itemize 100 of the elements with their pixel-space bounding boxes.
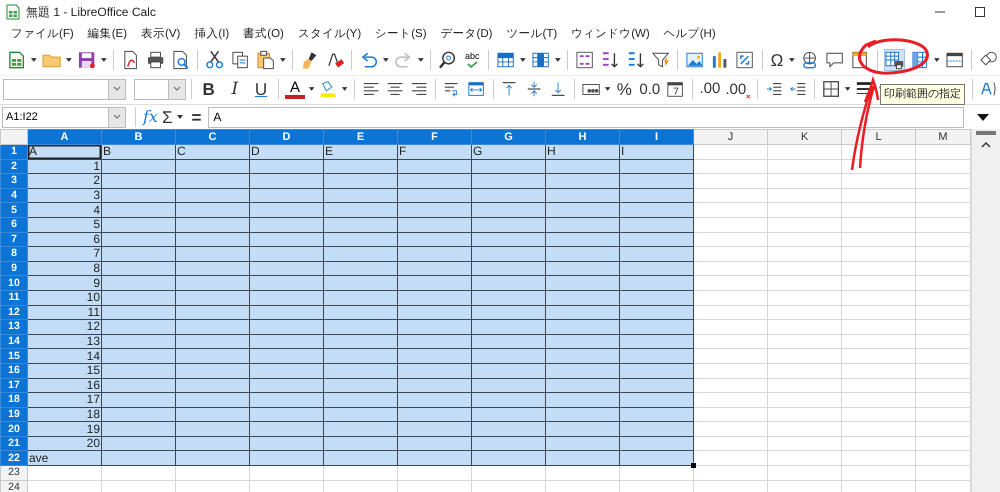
caret-icon[interactable] [279,56,287,64]
column-header[interactable]: B [102,130,176,144]
caret-icon[interactable] [519,56,528,64]
paint-bucket-icon[interactable] [319,79,338,99]
font-color-button[interactable]: A [284,77,306,101]
image-icon[interactable] [684,50,704,70]
row-header[interactable]: 22 [0,450,28,466]
column-header[interactable]: L [842,130,916,144]
menu-item[interactable]: 編集(E) [80,24,134,46]
funnel-icon[interactable] [650,50,670,70]
column-header[interactable]: C [176,130,250,144]
grid-columns-icon[interactable] [531,50,550,70]
new-spreadsheet-icon[interactable] [7,50,26,70]
menu-item[interactable]: シート(S) [368,24,434,46]
column-header[interactable]: M [916,130,970,144]
row-header[interactable]: 10 [0,276,28,290]
speech-bubble-icon[interactable] [825,50,844,70]
row-header[interactable]: 23 [0,466,28,480]
menu-item[interactable]: ファイル(F) [4,24,81,46]
bold-button[interactable]: B [196,77,221,101]
caret-icon[interactable] [100,56,108,64]
calendar-icon[interactable] [666,79,685,99]
chevron-down-icon[interactable] [172,86,181,92]
copy-icon[interactable] [230,50,250,70]
row-header[interactable]: 12 [0,305,28,320]
row-header[interactable]: 18 [0,392,28,408]
pivot-table-icon[interactable] [735,50,755,70]
caret-icon[interactable] [933,56,941,64]
menu-item[interactable]: 書式(O) [236,24,291,46]
borders-icon[interactable] [822,79,840,99]
special-character-button[interactable]: Ω [768,52,786,68]
caret-icon[interactable] [788,56,796,64]
percent-button[interactable]: % [613,77,636,101]
caret-icon[interactable] [341,85,349,93]
delete-decimal-button[interactable]: .00 [724,77,752,101]
row-header[interactable]: 11 [0,290,28,306]
formula-button[interactable]: = [188,108,204,126]
column-header[interactable]: E [324,130,398,144]
print-preview-icon[interactable] [171,50,190,70]
caret-icon[interactable] [308,85,316,93]
grid-printer-icon[interactable] [884,50,904,70]
column-header[interactable]: A [28,130,102,144]
row-header[interactable]: 20 [0,422,28,436]
menu-item[interactable]: スタイル(Y) [290,24,368,46]
column-header[interactable]: D [250,130,324,144]
column-header[interactable]: F [398,130,472,144]
vertical-scrollbar[interactable] [971,129,1000,492]
row-header[interactable]: 3 [0,174,28,188]
row-header[interactable]: 13 [0,320,28,334]
row-header[interactable]: 2 [0,159,28,174]
row-header[interactable]: 14 [0,334,28,349]
spellcheck-button[interactable]: abc [461,48,484,72]
fill-handle[interactable] [691,463,696,468]
undo-icon[interactable] [359,50,378,70]
column-header[interactable]: J [694,130,768,144]
caret-icon[interactable] [604,85,612,93]
sum-button[interactable]: Σ [162,108,172,126]
standard-format-button[interactable]: 0.0 [637,77,662,101]
caret-icon[interactable] [176,113,184,121]
caret-icon[interactable] [382,56,390,64]
align-middle-icon[interactable] [524,79,543,99]
printer-icon[interactable] [146,50,166,70]
caret-icon[interactable] [30,56,38,64]
caret-icon[interactable] [65,56,73,64]
grid-rows-icon[interactable] [496,50,516,70]
column-header[interactable]: I [620,130,694,144]
menu-item[interactable]: ツール(T) [500,24,564,46]
row-header[interactable]: 24 [0,480,28,492]
clipboard-icon[interactable] [256,50,276,70]
bar-chart-icon[interactable] [710,50,730,70]
menu-item[interactable]: データ(D) [434,24,500,46]
function-wizard-button[interactable]: fx [143,105,158,129]
magnifier-icon[interactable] [438,50,458,70]
menu-item[interactable]: 表示(V) [134,24,188,46]
column-header[interactable]: K [768,130,842,144]
sort-ascending-icon[interactable] [600,50,620,70]
chevron-down-icon[interactable] [113,114,121,120]
scissors-icon[interactable] [205,50,225,70]
add-decimal-button[interactable]: .00 [697,77,722,101]
formula-input[interactable]: A [208,106,964,128]
maximize-icon[interactable] [975,7,985,17]
row-header[interactable]: 7 [0,232,28,247]
row-header[interactable]: 4 [0,188,28,203]
row-header[interactable]: 5 [0,202,28,218]
caret-icon[interactable] [417,56,426,64]
row-header[interactable]: 21 [0,436,28,451]
sort-icon[interactable] [575,50,594,70]
underline-button[interactable]: U [248,77,274,101]
italic-button[interactable]: I [222,77,247,101]
chevron-down-icon[interactable] [113,86,121,92]
row-header[interactable]: 6 [0,217,28,232]
column-header[interactable]: H [546,130,620,144]
expand-icon[interactable] [976,112,990,122]
merge-cells-icon[interactable] [467,79,486,99]
caret-icon[interactable] [554,56,562,64]
row-header[interactable]: 8 [0,246,28,262]
row-header[interactable]: 15 [0,348,28,364]
font-name-field[interactable] [3,78,108,100]
caret-icon[interactable] [844,85,852,93]
row-header[interactable]: 17 [0,378,28,393]
